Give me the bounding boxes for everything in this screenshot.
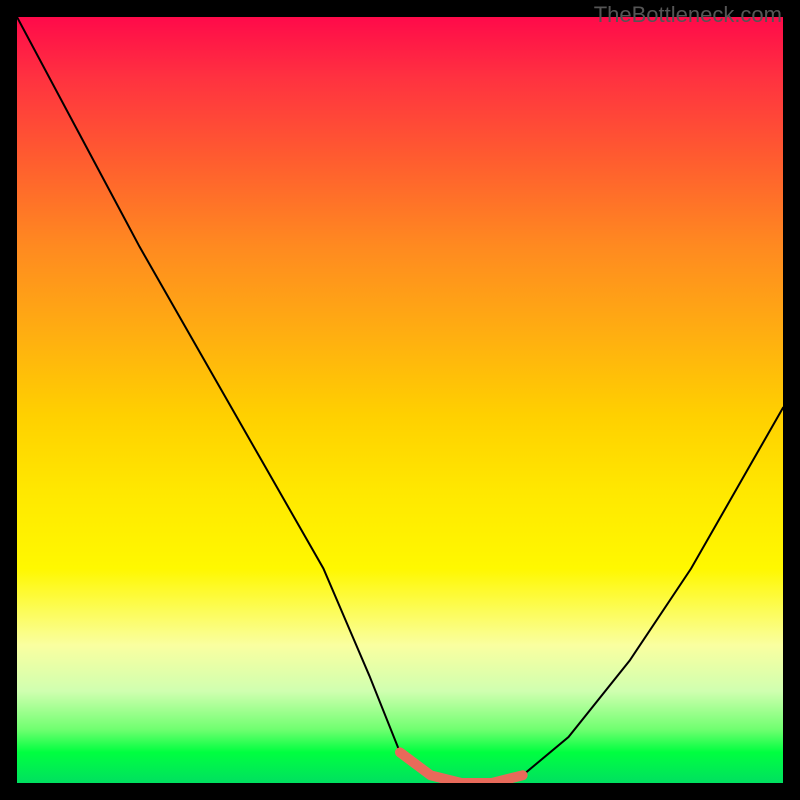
- sweet-spot-highlight-path: [400, 752, 523, 783]
- watermark-text: TheBottleneck.com: [594, 2, 782, 28]
- bottleneck-curve-path: [17, 17, 783, 783]
- chart-svg: [17, 17, 783, 783]
